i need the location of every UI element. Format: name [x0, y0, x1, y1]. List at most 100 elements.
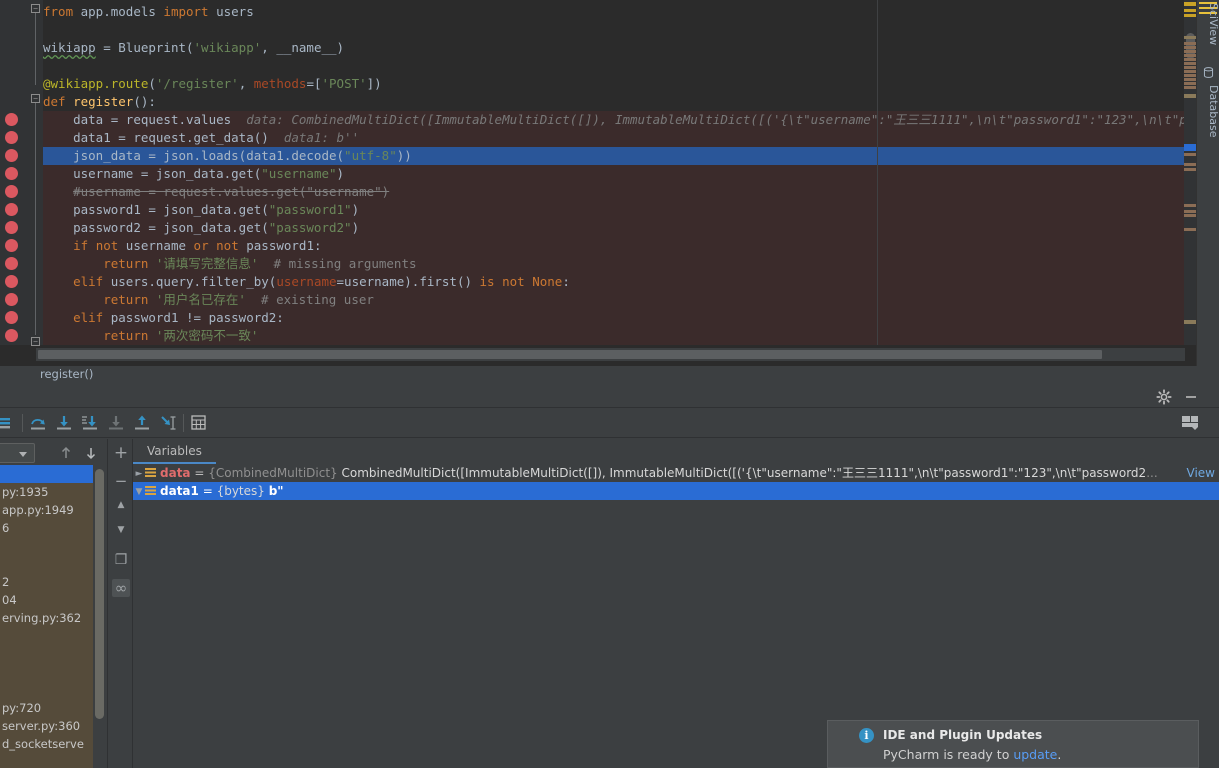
frame-list-item[interactable]	[0, 663, 93, 681]
rail-tab-sciview[interactable]: SciView	[1197, 0, 1219, 58]
code-editor[interactable]: − − − from app.models import users wikia…	[0, 0, 1219, 366]
code-line[interactable]: return '请填写完整信息' # missing arguments	[43, 255, 1184, 273]
gear-icon[interactable]	[1156, 389, 1172, 405]
breakpoint-marker[interactable]	[5, 113, 18, 126]
frame-list-item[interactable]: app.py:1949	[0, 501, 93, 519]
breakpoint-marker[interactable]	[5, 167, 18, 180]
frame-list-item[interactable]	[0, 465, 93, 483]
breakpoint-marker[interactable]	[5, 131, 18, 144]
chevron-down-icon[interactable]: ▼	[133, 483, 145, 501]
frame-list-item[interactable]	[0, 681, 93, 699]
breakpoint-marker[interactable]	[5, 221, 18, 234]
variable-row[interactable]: ► data = {CombinedMultiDict} CombinedMult…	[133, 464, 1219, 482]
code-line[interactable]: @wikiapp.route('/register', methods=['PO…	[43, 75, 1184, 93]
step-over-icon[interactable]	[29, 414, 49, 432]
code-line[interactable]: wikiapp = Blueprint('wikiapp', __name__)	[43, 39, 1184, 57]
view-value-link[interactable]: View	[1187, 464, 1215, 482]
breakpoint-marker[interactable]	[5, 149, 18, 162]
notification-body-prefix: PyCharm is ready to	[883, 747, 1014, 762]
frames-pane[interactable]: py:1935 app.py:1949 6 2 04 erving.py:362 py:…	[0, 439, 105, 768]
breakpoint-marker[interactable]	[5, 203, 18, 216]
step-into-icon[interactable]	[55, 414, 75, 432]
editor-horizontal-scrollbar[interactable]	[36, 348, 1185, 361]
run-to-cursor-icon[interactable]	[159, 414, 179, 432]
code-line[interactable]	[43, 57, 1184, 75]
variables-side-toolbar[interactable]: + − ▲ ▼ ❐ ∞	[107, 439, 133, 768]
frame-list-item[interactable]	[0, 645, 93, 663]
editor-gutter[interactable]	[0, 0, 30, 345]
breakpoint-marker[interactable]	[5, 311, 18, 324]
show-execution-point-icon[interactable]	[0, 414, 16, 432]
step-out-up-icon[interactable]	[133, 414, 153, 432]
variable-value: b"	[268, 484, 284, 498]
force-step-into-icon[interactable]	[81, 414, 101, 432]
breakpoint-marker[interactable]	[5, 329, 18, 342]
code-line[interactable]: password1 = json_data.get("password1")	[43, 201, 1184, 219]
breakpoint-marker[interactable]	[5, 257, 18, 270]
code-line[interactable]: data = request.values data: CombinedMult…	[43, 111, 1184, 129]
breakpoint-marker[interactable]	[5, 185, 18, 198]
move-down-button[interactable]: ▼	[112, 521, 130, 539]
notification-balloon[interactable]: i IDE and Plugin Updates PyCharm is read…	[827, 720, 1199, 768]
frame-list-item[interactable]	[0, 537, 93, 555]
editor-hscroll-thumb[interactable]	[38, 350, 1102, 359]
notification-update-link[interactable]: update	[1013, 747, 1057, 762]
debugger-toolbar[interactable]	[0, 408, 1219, 438]
breakpoint-marker[interactable]	[5, 239, 18, 252]
frames-list[interactable]: py:1935 app.py:1949 6 2 04 erving.py:362 py:…	[0, 465, 93, 768]
frame-up-button[interactable]	[58, 445, 74, 461]
code-line[interactable]: from app.models import users	[43, 3, 1184, 21]
code-line[interactable]: elif users.query.filter_by(username=user…	[43, 273, 1184, 291]
frame-list-item[interactable]: server.py:360	[0, 717, 93, 735]
frame-list-item[interactable]: py:1935	[0, 483, 93, 501]
variable-row[interactable]: ▼ data1 = {bytes} b"	[133, 482, 1219, 500]
frames-scrollbar-thumb[interactable]	[95, 469, 104, 719]
add-watch-button[interactable]: +	[112, 444, 130, 462]
code-line[interactable]: json_data = json.loads(data1.decode("utf…	[43, 147, 1184, 165]
breakpoint-marker[interactable]	[5, 275, 18, 288]
code-line[interactable]: return '两次密码不一致'	[43, 327, 1184, 345]
code-line[interactable]: #username = request.values.get("username…	[43, 183, 1184, 201]
fold-column[interactable]: − − −	[30, 0, 43, 346]
chevron-down-icon	[19, 452, 27, 457]
chevron-right-icon[interactable]: ►	[133, 465, 145, 483]
move-up-button[interactable]: ▲	[112, 496, 130, 514]
variables-pane[interactable]: Variables ► data = {CombinedMultiDict} Co…	[133, 439, 1219, 768]
inline-watches-button[interactable]: ∞	[112, 579, 130, 597]
frame-list-item[interactable]: erving.py:362	[0, 609, 93, 627]
minimize-icon[interactable]	[1183, 389, 1199, 405]
frame-list-item[interactable]	[0, 555, 93, 573]
remove-watch-button[interactable]: −	[112, 472, 130, 490]
code-line[interactable]: return '用户名已存在' # existing user	[43, 291, 1184, 309]
step-out-icon[interactable]	[107, 414, 127, 432]
variable-value: CombinedMultiDict([ImmutableMultiDict([]…	[341, 466, 1147, 480]
breadcrumb[interactable]: register()	[0, 366, 1219, 383]
rail-tab-database[interactable]: Database	[1197, 82, 1219, 146]
copy-value-button[interactable]: ❐	[112, 551, 130, 569]
evaluate-expression-icon[interactable]	[190, 414, 210, 432]
tab-variables[interactable]: Variables	[133, 439, 216, 464]
frame-list-item[interactable]: 04	[0, 591, 93, 609]
code-line[interactable]: elif password1 != password2:	[43, 309, 1184, 327]
frame-list-item[interactable]	[0, 627, 93, 645]
code-line[interactable]	[43, 21, 1184, 39]
code-text[interactable]: from app.models import users wikiapp = B…	[43, 0, 1184, 345]
layout-settings-icon[interactable]	[1180, 413, 1202, 433]
frame-list-item[interactable]: 2	[0, 573, 93, 591]
code-line[interactable]: if not username or not password1:	[43, 237, 1184, 255]
fold-marker-end[interactable]: −	[31, 337, 40, 346]
breakpoint-marker[interactable]	[5, 293, 18, 306]
thread-selector[interactable]	[0, 443, 35, 463]
code-line[interactable]: password2 = json_data.get("password2")	[43, 219, 1184, 237]
frame-list-item[interactable]: d_socketserve	[0, 735, 93, 753]
code-line[interactable]: def register():	[43, 93, 1184, 111]
database-icon	[1203, 67, 1214, 78]
right-tool-rail[interactable]: SciView Database	[1196, 0, 1219, 366]
fold-marker-import[interactable]: −	[31, 4, 40, 13]
fold-marker-def[interactable]: −	[31, 94, 40, 103]
code-line[interactable]: username = json_data.get("username")	[43, 165, 1184, 183]
frame-down-button[interactable]	[83, 445, 99, 461]
frame-list-item[interactable]: 6	[0, 519, 93, 537]
code-line[interactable]: data1 = request.get_data() data1: b''	[43, 129, 1184, 147]
frame-list-item[interactable]: py:720	[0, 699, 93, 717]
